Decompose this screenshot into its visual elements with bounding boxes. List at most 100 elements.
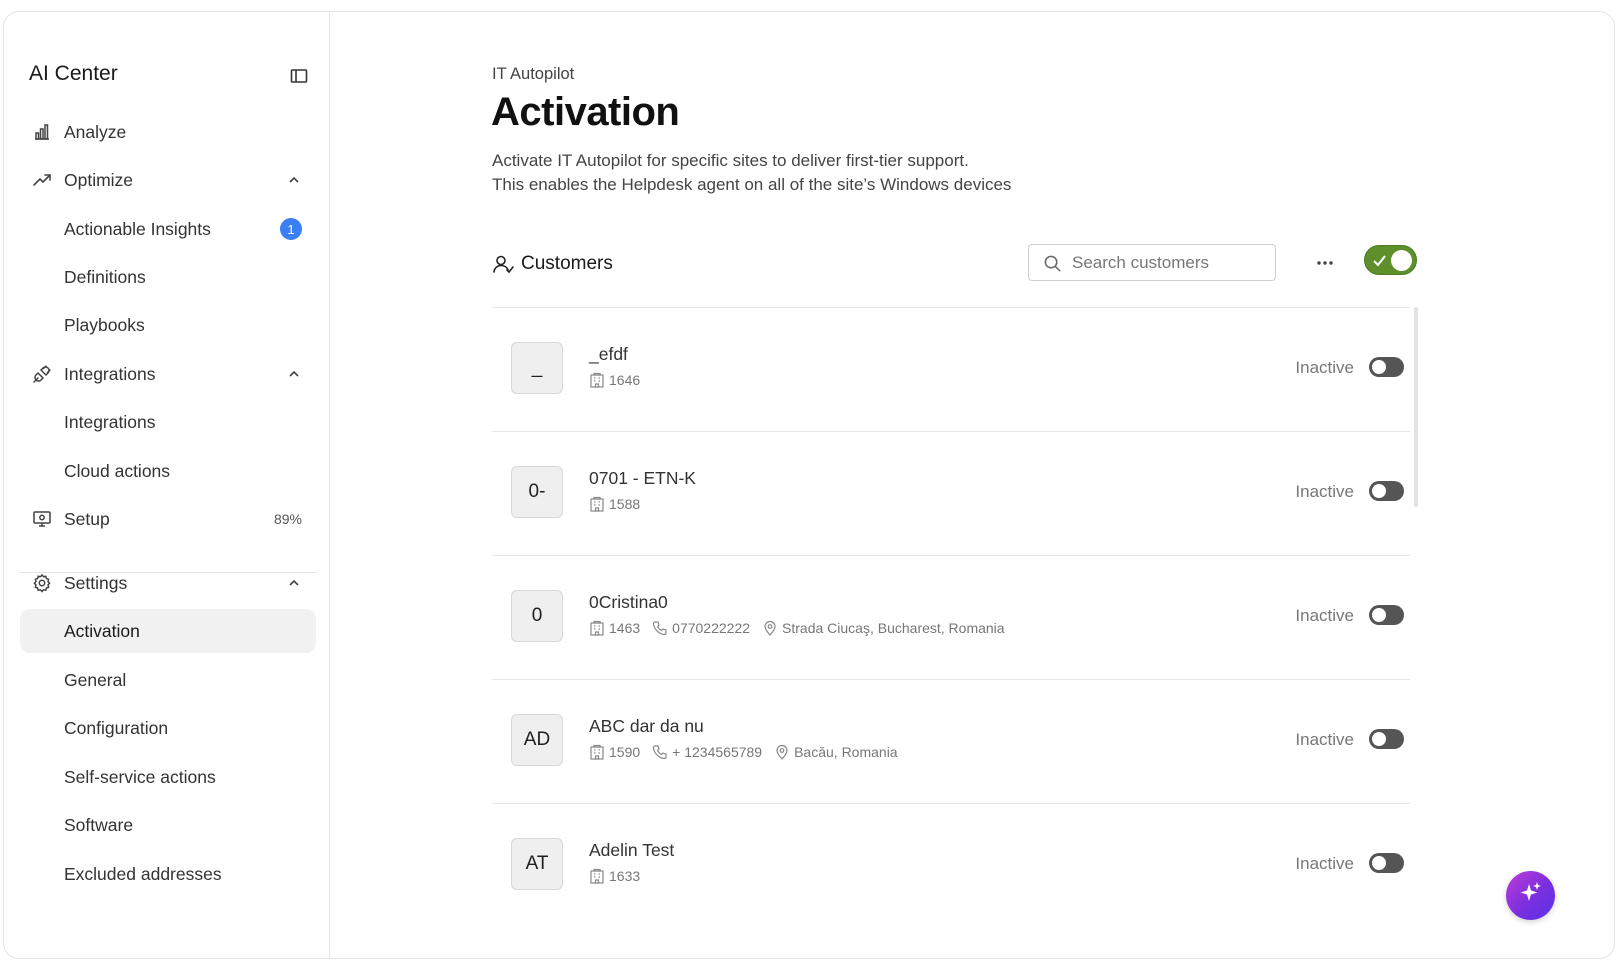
sidebar-item-label: Setup	[64, 508, 110, 529]
site-id: 1588	[609, 496, 641, 512]
activate-all-toggle[interactable]	[1364, 245, 1417, 275]
sidebar-item-integrations[interactable]: Integrations	[20, 399, 316, 445]
activation-toggle[interactable]	[1369, 481, 1404, 501]
customer-name: _efdf	[589, 344, 628, 364]
customer-row[interactable]: AT Adelin Test 1633 Inactive	[492, 803, 1410, 927]
site-id: 1463	[609, 620, 641, 636]
sidebar-item-label: Cloud actions	[64, 460, 171, 481]
customer-row[interactable]: 0- 0701 - ETN-K 1588 Inactive	[492, 431, 1410, 555]
sidebar-item-setup[interactable]: Setup 89%	[20, 496, 316, 542]
status-text: Inactive	[1295, 482, 1354, 501]
customer-name: 0701 - ETN-K	[589, 468, 696, 488]
status-text: Inactive	[1295, 730, 1354, 749]
sidebar-item-integrations-group[interactable]: Integrations	[20, 351, 316, 397]
sidebar-item-label: Activation	[64, 620, 140, 641]
main-content: IT Autopilot Activation Activate IT Auto…	[330, 12, 1614, 958]
check-icon	[1372, 253, 1387, 268]
sidebar-item-self-service-actions[interactable]: Self-service actions	[20, 754, 316, 800]
customer-meta: 1590 + 1234565789 Bacău, Romania	[589, 744, 910, 760]
bar-chart-icon	[32, 122, 52, 142]
location-text: Bacău, Romania	[794, 744, 898, 760]
activation-toggle[interactable]	[1369, 729, 1404, 749]
toggle-knob	[1372, 484, 1386, 498]
sidebar-title: AI Center	[29, 62, 118, 85]
ai-assistant-button[interactable]	[1506, 871, 1555, 920]
toggle-knob	[1391, 250, 1412, 271]
sidebar-item-label: Excluded addresses	[64, 863, 222, 884]
activation-toggle[interactable]	[1369, 357, 1404, 377]
sidebar-item-label: Integrations	[64, 411, 156, 432]
meta-id: 1646	[589, 372, 640, 388]
sidebar-item-label: Optimize	[64, 169, 134, 190]
meta-location: Strada Ciucaş, Bucharest, Romania	[762, 620, 1005, 636]
app-frame: AI Center Analyze Optimize Actionable In…	[3, 11, 1615, 959]
breadcrumb[interactable]: IT Autopilot	[492, 65, 574, 84]
sidebar-collapse-icon[interactable]	[289, 66, 309, 86]
sidebar-item-label: Playbooks	[64, 314, 145, 335]
sidebar-item-optimize[interactable]: Optimize	[20, 157, 316, 203]
customer-list: _ _efdf 1646 Inactive 0- 0701 - ETN-K 15…	[492, 307, 1418, 947]
avatar: AT	[511, 838, 563, 890]
sidebar-item-analyze[interactable]: Analyze	[20, 109, 316, 155]
building-icon	[590, 620, 604, 636]
meta-id: 1633	[589, 868, 640, 884]
customer-meta: 1646	[589, 372, 652, 388]
sidebar-item-definitions[interactable]: Definitions	[20, 254, 316, 300]
sidebar-item-actionable-insights[interactable]: Actionable Insights 1	[20, 206, 316, 252]
monitor-gear-icon	[32, 509, 52, 529]
building-icon	[590, 744, 604, 760]
sidebar-item-settings[interactable]: Settings	[20, 560, 316, 606]
customer-row[interactable]: _ _efdf 1646 Inactive	[492, 307, 1410, 431]
sidebar-item-excluded-addresses[interactable]: Excluded addresses	[20, 851, 316, 897]
phone-icon	[653, 745, 667, 760]
sidebar-item-activation[interactable]: Activation	[20, 609, 316, 653]
status-text: Inactive	[1295, 358, 1354, 377]
customer-meta: 1463 0770222222 Strada Ciucaş, Bucharest…	[589, 620, 1017, 636]
users-icon	[492, 253, 514, 275]
customer-name: 0Cristina0	[589, 592, 668, 612]
status-text: Inactive	[1295, 854, 1354, 873]
sidebar: AI Center Analyze Optimize Actionable In…	[4, 12, 330, 958]
sparkle-icon	[1518, 880, 1544, 911]
activation-toggle[interactable]	[1369, 853, 1404, 873]
sidebar-item-label: Integrations	[64, 363, 156, 384]
meta-phone: 0770222222	[652, 620, 750, 636]
toggle-knob	[1372, 856, 1386, 870]
plug-icon	[32, 364, 52, 384]
search-box[interactable]	[1028, 244, 1276, 281]
location-text: Strada Ciucaş, Bucharest, Romania	[782, 620, 1005, 636]
toggle-knob	[1372, 732, 1386, 746]
count-badge: 1	[280, 218, 302, 240]
sidebar-item-general[interactable]: General	[20, 657, 316, 703]
scrollbar[interactable]	[1414, 307, 1418, 507]
toggle-knob	[1372, 360, 1386, 374]
customer-row[interactable]: AD ABC dar da nu 1590 + 1234565789 Bacău…	[492, 679, 1410, 803]
meta-id: 1463	[589, 620, 640, 636]
building-icon	[590, 372, 604, 388]
chevron-up-icon[interactable]	[286, 575, 302, 591]
meta-id: 1588	[589, 496, 640, 512]
sidebar-item-configuration[interactable]: Configuration	[20, 705, 316, 751]
chevron-up-icon[interactable]	[286, 366, 302, 382]
avatar: AD	[511, 714, 563, 766]
trend-up-icon	[32, 170, 52, 190]
sidebar-item-label: General	[64, 669, 127, 690]
sidebar-item-label: Self-service actions	[64, 766, 216, 787]
sidebar-item-cloud-actions[interactable]: Cloud actions	[20, 448, 316, 494]
chevron-up-icon[interactable]	[286, 172, 302, 188]
sidebar-item-label: Definitions	[64, 266, 146, 287]
search-icon	[1043, 254, 1062, 273]
location-pin-icon	[764, 620, 776, 636]
more-options-icon[interactable]	[1312, 250, 1338, 276]
page-title: Activation	[491, 90, 680, 134]
customer-row[interactable]: 0 0Cristina0 1463 0770222222 Strada Ciuc…	[492, 555, 1410, 679]
search-input[interactable]	[1072, 251, 1267, 275]
sidebar-item-playbooks[interactable]: Playbooks	[20, 302, 316, 348]
activation-toggle[interactable]	[1369, 605, 1404, 625]
phone-icon	[653, 621, 667, 636]
site-id: 1590	[609, 744, 641, 760]
site-id: 1646	[609, 372, 641, 388]
building-icon	[590, 496, 604, 512]
sidebar-item-software[interactable]: Software	[20, 802, 316, 848]
customer-name: ABC dar da nu	[589, 716, 704, 736]
